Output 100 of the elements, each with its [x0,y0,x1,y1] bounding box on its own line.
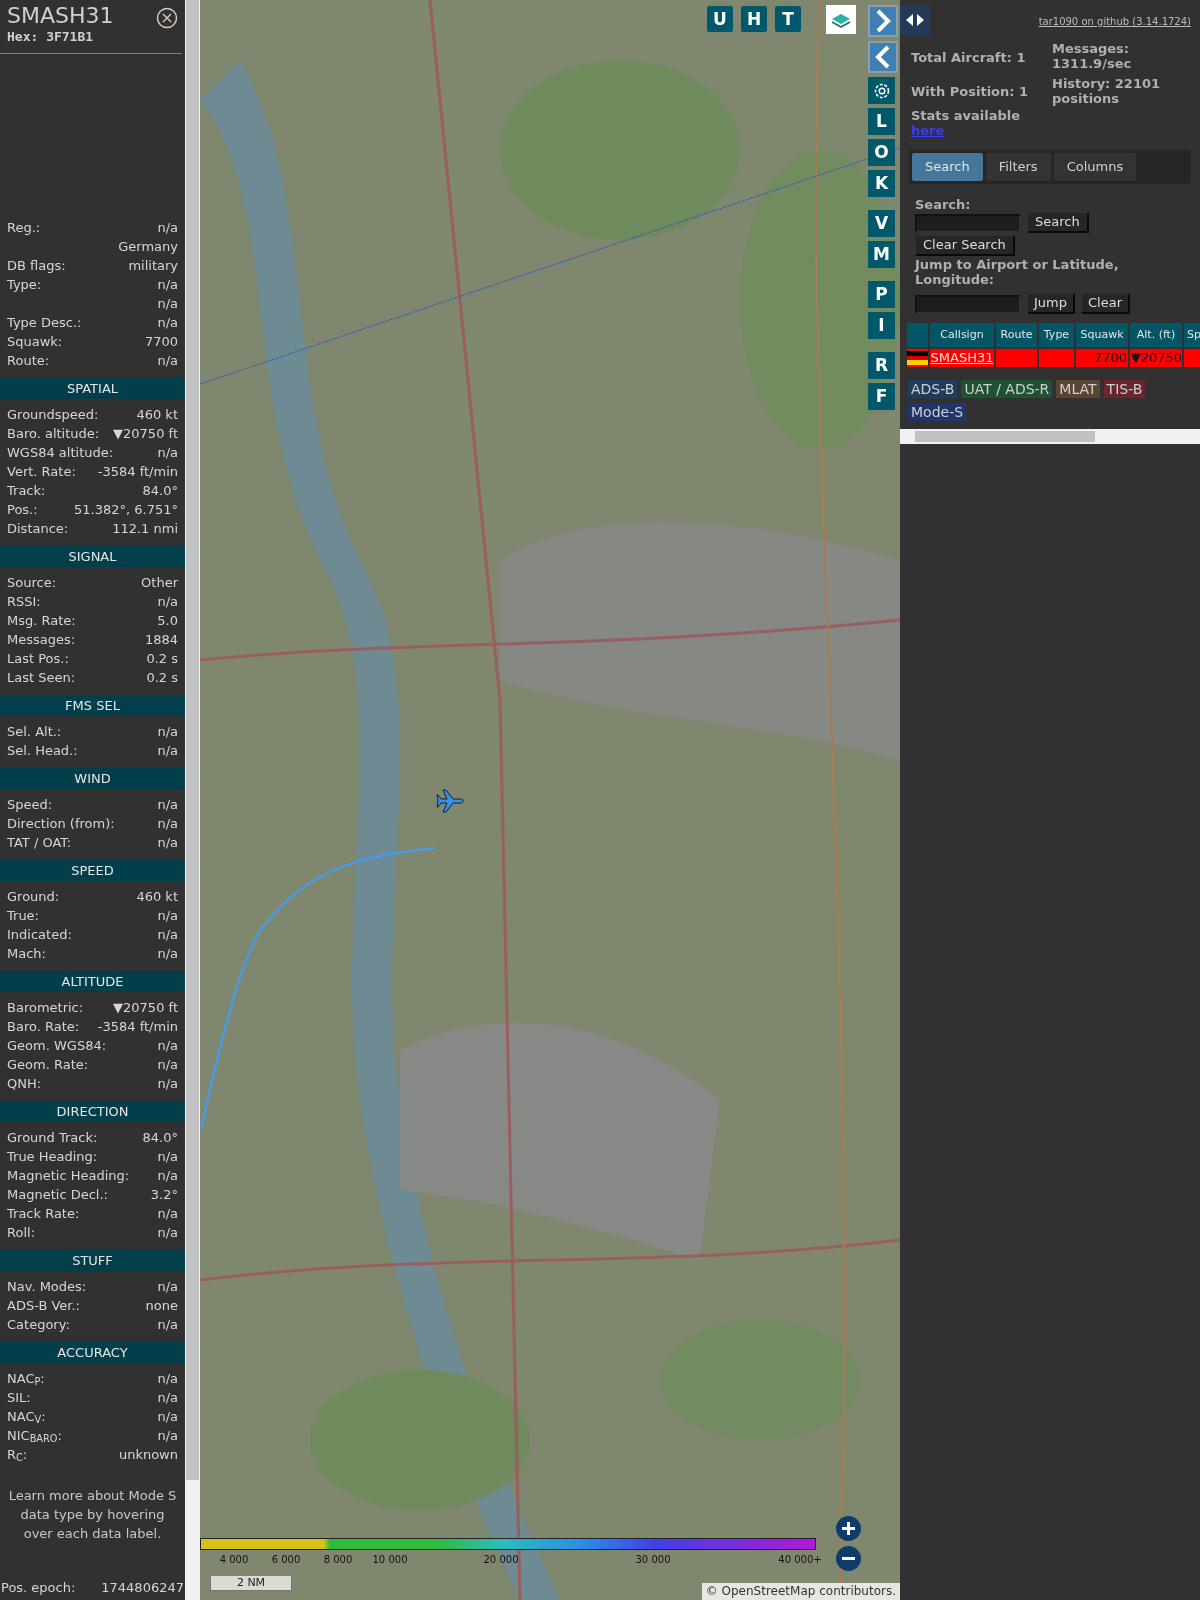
layers-button[interactable] [826,5,856,34]
map-toggle-button[interactable]: K [868,170,895,197]
table-header-cell [907,323,928,347]
field-label: Indicated: [7,925,72,944]
table-cell [1039,349,1074,367]
plus-icon [841,1521,856,1536]
field-label: Search: [915,197,972,213]
stat-text: History: 22101 positions [1052,76,1162,106]
source-badge: Mode-S [908,403,967,421]
map-toggle-button[interactable]: M [868,241,895,268]
column-header[interactable]: Type [1039,323,1074,347]
table-cell: 7700 [1076,349,1128,367]
field-value: 51.382°, 6.751° [74,500,178,519]
field-value: ▼20750 ft [113,998,178,1017]
section-heading: DIRECTION [0,1101,185,1122]
map-toggle-button[interactable]: U [707,6,733,32]
column-header[interactable]: Callsign [930,323,994,347]
jump-button[interactable]: Jump [1028,294,1075,314]
close-icon[interactable] [156,7,178,29]
field-label: Groundspeed: [7,405,99,424]
field-label: Last Seen: [7,668,76,687]
map-toggle-button[interactable]: R [868,352,895,379]
field-label: Track Rate: [7,1204,80,1223]
field-label: TAT / OAT: [7,833,72,852]
field-value: n/a [157,1147,178,1166]
scale-label: 20 000 [483,1553,519,1567]
field-label: Type Desc.: [7,313,82,332]
field-value: n/a [157,313,178,332]
column-header[interactable]: Route [996,323,1037,347]
map-toggle-button[interactable]: O [868,139,895,166]
field-value: n/a [157,1277,178,1296]
scrollbar[interactable] [185,0,200,1600]
airplane-icon[interactable] [436,788,464,814]
field-value: 3.2° [150,1185,178,1204]
field-label: Ground Track: [7,1128,98,1147]
map-toggle-button[interactable]: L [868,108,895,135]
scrollbar[interactable] [900,429,1200,444]
map-toggle-button[interactable]: I [868,312,895,339]
field-label: Geom. WGS84: [7,1036,107,1055]
field-value: 0.2 s [146,668,178,687]
field-label: ADS-B Ver.: [7,1296,80,1315]
scale-bar: 2 NM [210,1576,292,1591]
previous-button[interactable] [868,41,898,73]
field-label: Baro. altitude: [7,424,100,443]
tab[interactable]: Columns [1053,153,1137,181]
scale-label: 30 000 [635,1553,671,1567]
stat-text: Total Aircraft: 1 [911,49,1027,67]
table-cell: ▼20750 [1130,349,1182,367]
stat-text: Messages: 1311.9/sec [1052,41,1133,71]
column-header[interactable]: Sp [1184,323,1200,347]
jump-button[interactable]: Clear [1082,294,1130,314]
source-badge: MLAT [1056,380,1100,398]
github-link[interactable]: tar1090 on github (3.14.1724) [1038,14,1191,29]
field-value: n/a [157,1036,178,1055]
chevron-right-icon [875,9,891,33]
attribution-text: © OpenStreetMap contributors. [701,1583,900,1600]
field-label: Messages: [7,630,76,649]
clear-search-button[interactable]: Clear Search [916,236,1015,256]
field-value: n/a [157,1315,178,1334]
field-label: Type: [7,275,42,294]
search-button[interactable]: Search [1028,213,1089,233]
map-toggle-button[interactable]: T [775,6,801,32]
field-label: Geom. Rate: [7,1055,89,1074]
section-heading: ALTITUDE [0,971,185,992]
column-header[interactable]: Alt. (ft) [1130,323,1182,347]
tab[interactable]: Search [912,153,983,181]
map-toggle-button[interactable]: F [868,383,895,410]
field-value: n/a [157,443,178,462]
field-value: 0.2 s [146,649,178,668]
field-value: 84.0° [142,1128,178,1147]
source-badge: UAT / ADS-R [961,380,1053,398]
field-value: n/a [157,925,178,944]
field-label: R$_{C}$: [7,1445,28,1465]
map-toggle-button[interactable]: V [868,210,895,237]
field-value: n/a [157,833,178,852]
field-value: n/a [157,1407,178,1426]
field-label: Jump to Airport or Latitude, Longitude: [915,257,1120,287]
tab[interactable]: Filters [985,153,1051,181]
field-value: 1884 [144,630,178,649]
location-field[interactable] [915,294,1021,314]
field-label: Magnetic Heading: [7,1166,130,1185]
settings-button[interactable] [868,77,895,104]
field-label: True Heading: [7,1147,98,1166]
column-header[interactable]: Squawk [1076,323,1128,347]
field-label: Msg. Rate: [7,611,76,630]
next-button[interactable] [868,5,898,37]
field-value: n/a [157,1369,178,1388]
field-label: Distance: [7,519,69,538]
field-label: NAC$_{V}$: [7,1407,46,1427]
panel-toggle-button[interactable] [900,5,930,35]
field-value: Germany [118,237,178,256]
field-value: military [128,256,178,275]
field-value: n/a [157,351,178,370]
search-field[interactable] [915,213,1021,233]
field-label: Magnetic Decl.: [7,1185,108,1204]
field-value: ▼20750 ft [113,424,178,443]
field-label: Category: [7,1315,70,1334]
map-toggle-button[interactable]: H [741,6,767,32]
field-label: Roll: [7,1223,35,1242]
map-toggle-button[interactable]: P [868,281,895,308]
